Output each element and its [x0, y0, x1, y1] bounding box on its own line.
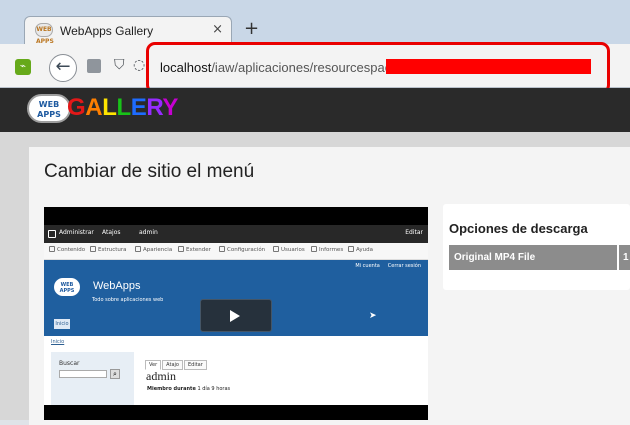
close-tab-icon[interactable]: × [212, 22, 223, 37]
tab-title: WebApps Gallery [60, 24, 154, 38]
back-button[interactable]: ← [49, 54, 77, 82]
content-icon [49, 246, 55, 252]
video-toolbar-item: Informes [319, 247, 344, 253]
video-toolbar-item: Extender [186, 247, 211, 253]
video-toolbar-item: Contenido [57, 247, 86, 253]
help-icon [348, 246, 354, 252]
download-options-card: Opciones de descarga Original MP4 File 1 [443, 204, 630, 290]
webapps-logo-cloud[interactable]: WEB APPS [27, 94, 71, 123]
video-site-links: Mi cuenta Cerrar sesión [355, 263, 421, 269]
video-toolbar-item: Ayuda [356, 247, 373, 253]
logo-letter-y: Y [162, 94, 179, 121]
download-options-title: Opciones de descarga [449, 221, 588, 236]
download-file-label: Original MP4 File [454, 252, 536, 263]
video-admin-bar: Administrar Atajos admin Editar [44, 225, 428, 243]
main-content: Cambiar de sitio el menú Administrar Ata… [0, 132, 630, 425]
video-toolbar-item: Usuarios [281, 247, 305, 253]
video-page-body: Inicio Buscar ⌕ Ver Atajo Editar admin Mie… [44, 336, 428, 405]
video-next-block [51, 396, 134, 405]
video-edit-label: Editar [405, 229, 423, 236]
address-highlight-box [146, 42, 610, 94]
resource-panel: Cambiar de sitio el menú Administrar Ata… [29, 147, 630, 425]
video-member-meta: Miembro durante 1 día 9 horas [147, 386, 231, 392]
gallery-logo[interactable]: GALLERY [67, 94, 178, 122]
video-local-tabs: Ver Atajo Editar [145, 351, 208, 370]
video-admin-item: Administrar [59, 229, 94, 236]
video-search-input [59, 370, 107, 378]
video-profile-heading: admin [146, 369, 176, 383]
video-breadcrumb: Inicio [51, 339, 65, 345]
shield-icon[interactable]: ⛉ [114, 57, 125, 73]
page-icon [87, 59, 101, 73]
appearance-icon [135, 246, 141, 252]
video-toolbar: Contenido Estructura Apariencia Extender… [44, 243, 428, 260]
extend-icon [178, 246, 184, 252]
settings-icon [219, 246, 225, 252]
video-toolbar-item: Configuración [227, 247, 266, 253]
video-tab-editar: Editar [183, 360, 207, 370]
download-row-divider [617, 245, 619, 270]
download-option-row[interactable]: Original MP4 File 1 [449, 245, 630, 270]
logo-letter-l: L [102, 94, 117, 121]
reports-icon [311, 246, 317, 252]
video-webapps-logo: WEB APPS [54, 278, 80, 296]
logo-letter-a: A [85, 94, 103, 121]
structure-icon [90, 246, 96, 252]
browser-menu-icon[interactable]: ⌁ [15, 59, 31, 75]
globe-icon[interactable]: ◌ [133, 57, 145, 73]
logo-letter-l: L [116, 94, 131, 121]
logo-letter-e: E [130, 94, 147, 121]
users-icon [273, 246, 279, 252]
resource-title: Cambiar de sitio el menú [44, 161, 255, 182]
site-favicon-icon: WEB APPS [35, 23, 54, 45]
logo-letter-g: G [67, 94, 86, 121]
video-preview[interactable]: Administrar Atajos admin Editar Contenid… [44, 207, 428, 420]
play-button[interactable] [200, 299, 272, 332]
search-icon: ⌕ [110, 369, 120, 379]
download-partial-value: 1 [623, 252, 629, 263]
video-home-tab: Inicio [54, 319, 70, 329]
video-site-slogan: Todo sobre aplicaciones web [92, 297, 164, 303]
video-site-name: WebApps [93, 280, 141, 292]
play-icon [230, 310, 240, 322]
video-toolbar-item: Apariencia [143, 247, 173, 253]
logo-letter-r: R [146, 94, 163, 121]
video-search-label: Buscar [59, 360, 80, 367]
menu-icon [48, 230, 56, 238]
mouse-cursor-icon: ➤ [369, 311, 377, 321]
new-tab-button[interactable]: + [244, 18, 259, 39]
video-toolbar-item: Estructura [98, 247, 127, 253]
video-admin-item: admin [139, 229, 158, 236]
video-admin-item: Atajos [102, 229, 121, 236]
